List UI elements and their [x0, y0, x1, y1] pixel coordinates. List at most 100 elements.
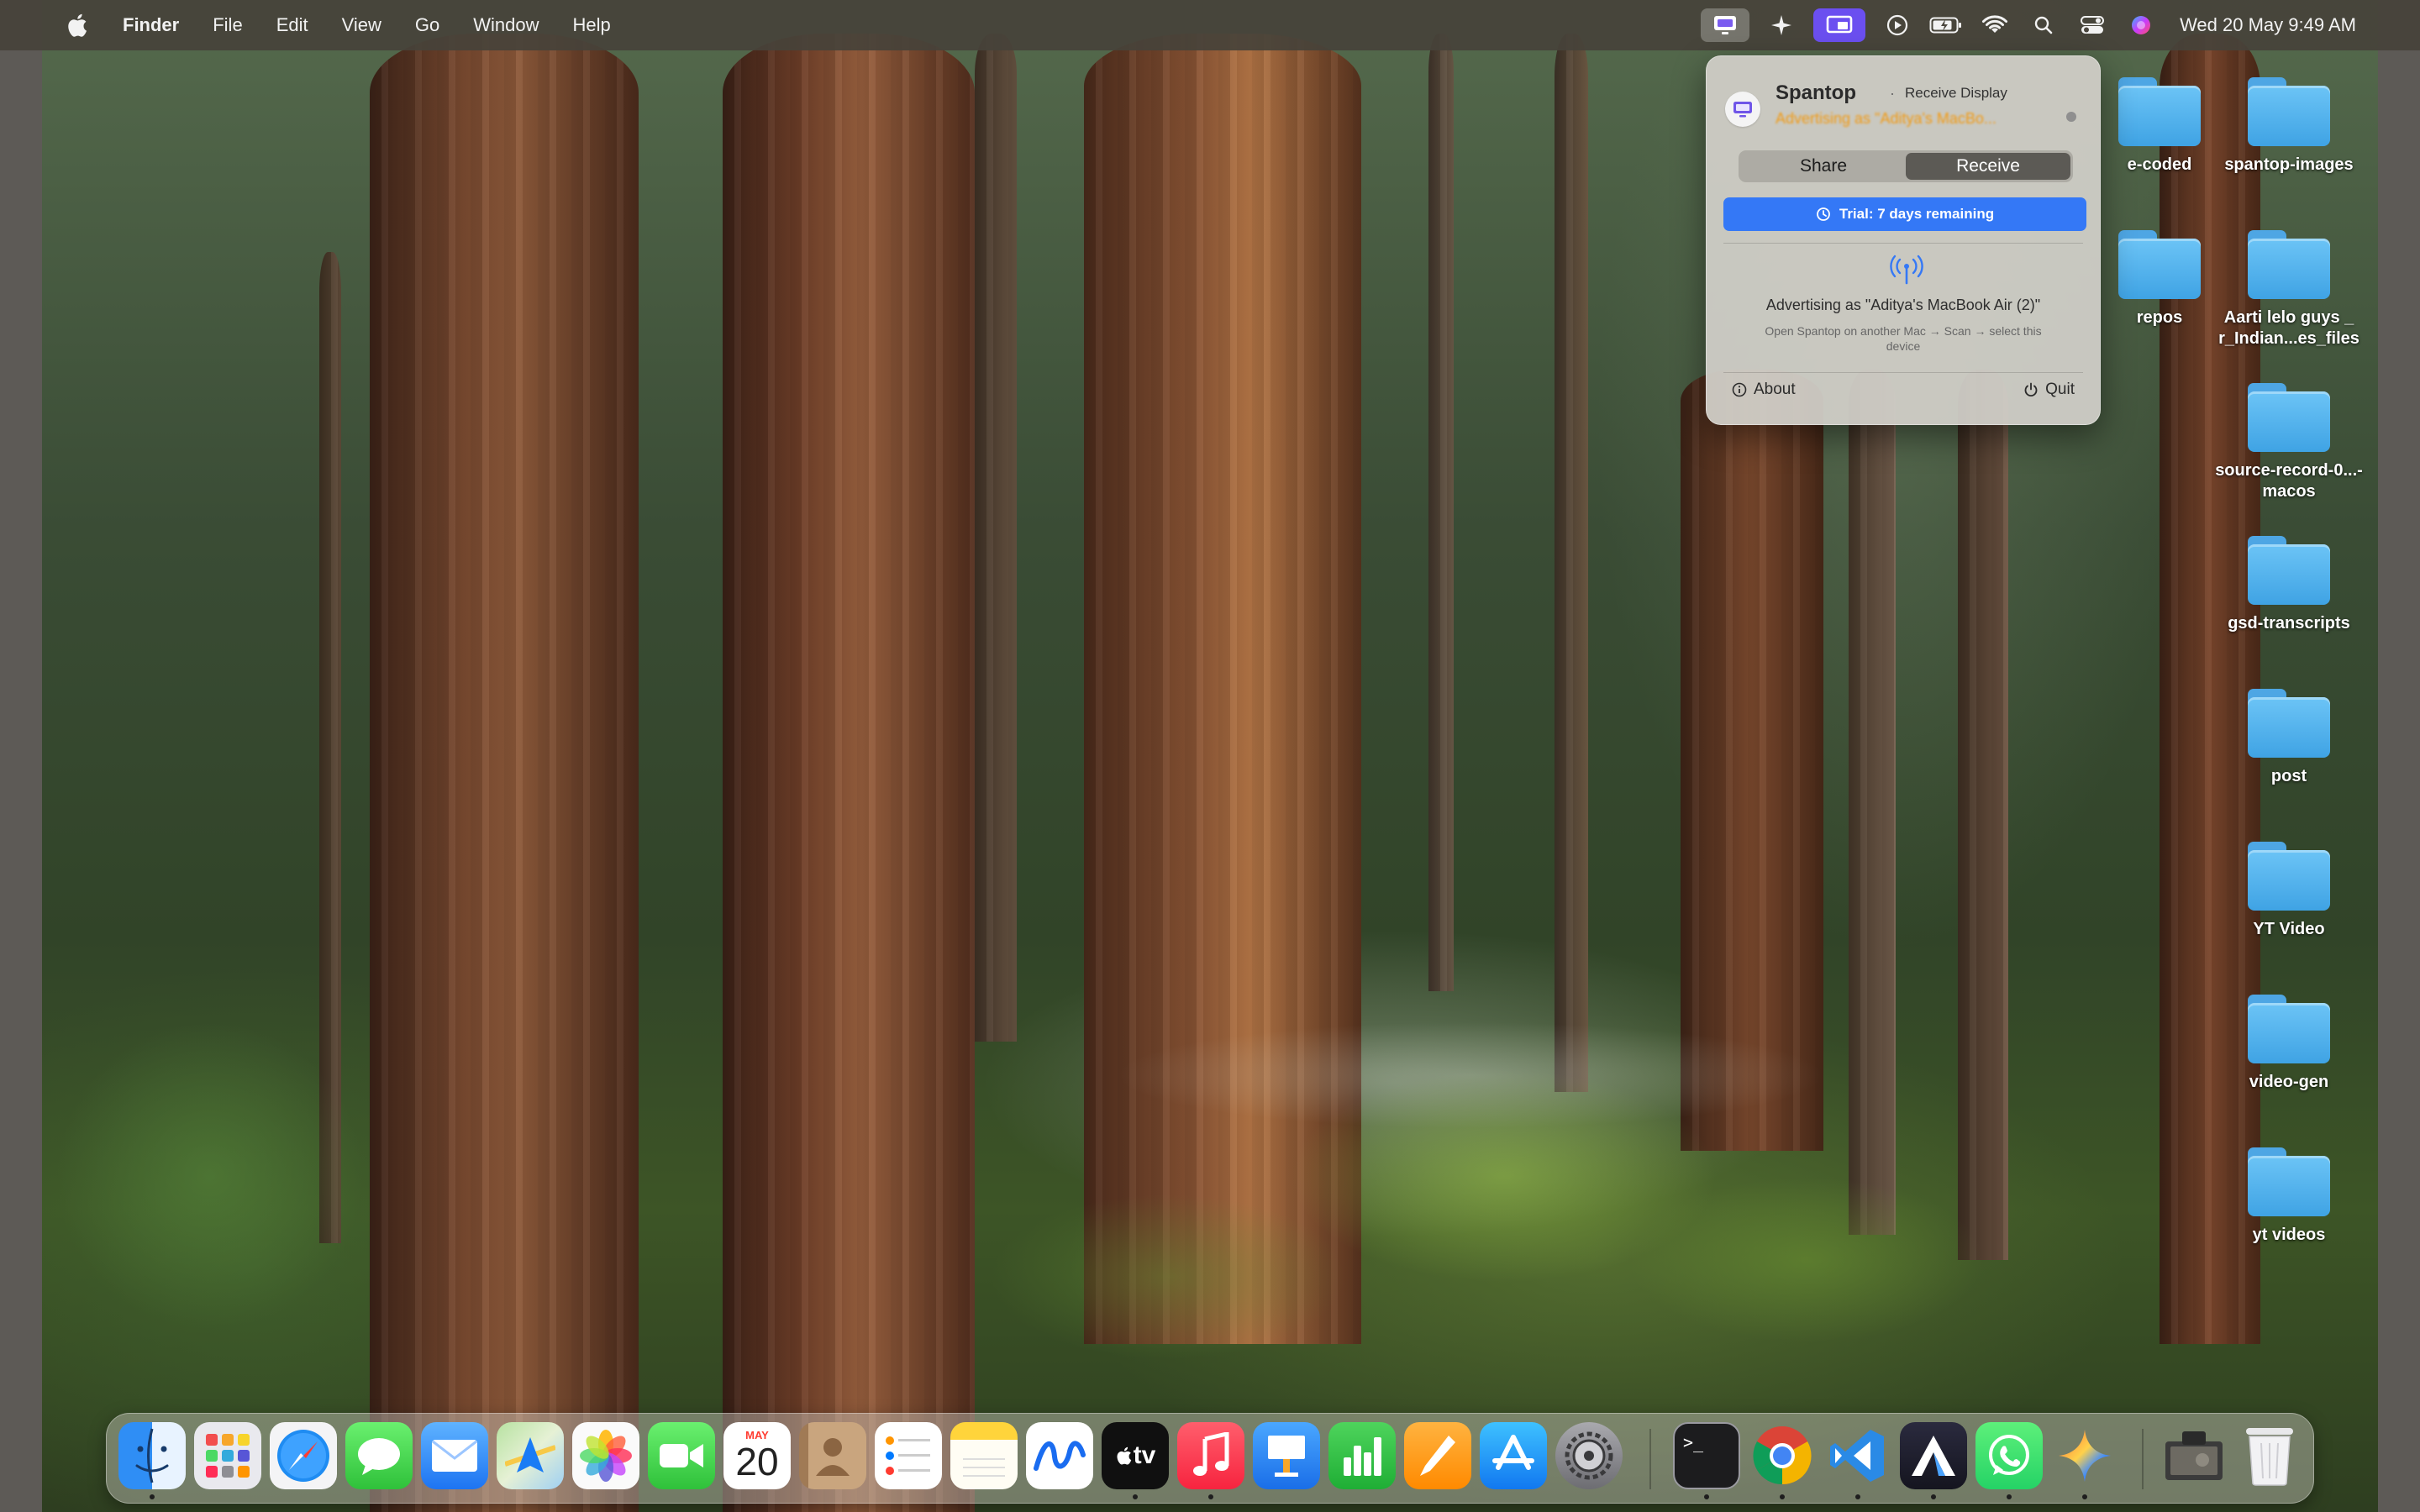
wallpaper-trunk — [723, 34, 975, 1512]
dock-vscode[interactable] — [1824, 1422, 1891, 1489]
whatsapp-phone-icon — [1989, 1435, 2029, 1475]
gemini-sparkle-icon — [2059, 1430, 2111, 1482]
about-label: About — [1754, 381, 1796, 398]
screen-mirror-icon[interactable] — [1813, 8, 1866, 42]
dock-tv[interactable]: tv — [1102, 1422, 1169, 1489]
running-indicator — [2082, 1494, 2087, 1499]
mode-segmented-control: Share Receive — [1739, 150, 2073, 182]
desktop-folder[interactable]: spantop-images — [2213, 77, 2365, 176]
menu-go[interactable]: Go — [415, 14, 439, 36]
dock-calendar[interactable]: MAY 20 — [723, 1422, 791, 1489]
wallpaper-trunk — [975, 34, 1017, 1042]
desktop-folder[interactable]: repos — [2084, 230, 2235, 328]
sparkle-icon[interactable] — [1765, 8, 1798, 42]
dock-messages[interactable] — [345, 1422, 413, 1489]
vscode-logo-icon — [1830, 1430, 1884, 1482]
running-indicator — [1133, 1494, 1138, 1499]
dock-screenshot-folder[interactable] — [2160, 1422, 2228, 1489]
spantop-icon[interactable] — [1701, 8, 1750, 42]
siri-icon[interactable] — [2124, 8, 2158, 42]
desktop-folder-label: repos — [2136, 308, 2183, 327]
folder-icon — [2248, 230, 2330, 299]
dock-whatsapp[interactable] — [1975, 1422, 2043, 1489]
popover-title: Spantop — [1776, 81, 1856, 104]
gear-icon — [1565, 1431, 1613, 1480]
tab-receive[interactable]: Receive — [1906, 153, 2070, 180]
popover-title-separator: · — [1890, 85, 1895, 102]
apple-menu-icon[interactable] — [66, 13, 87, 38]
running-indicator — [1780, 1494, 1785, 1499]
menu-app-finder[interactable]: Finder — [123, 14, 179, 36]
dock-app-store[interactable] — [1480, 1422, 1547, 1489]
dock-gemini[interactable] — [2051, 1422, 2118, 1489]
clock-icon — [1816, 207, 1830, 221]
desktop-folder[interactable]: YT Video — [2213, 842, 2365, 940]
dock-notes[interactable] — [950, 1422, 1018, 1489]
photos-flower-icon — [580, 1430, 632, 1482]
dock-safari[interactable] — [270, 1422, 337, 1489]
dock-numbers[interactable] — [1328, 1422, 1396, 1489]
running-indicator — [1208, 1494, 1213, 1499]
dock-affinity[interactable] — [1900, 1422, 1967, 1489]
dock-reminders[interactable] — [875, 1422, 942, 1489]
desktop-folder-label: e-coded — [2127, 155, 2192, 174]
dock-system-settings[interactable] — [1555, 1422, 1623, 1489]
launchpad-grid-icon — [206, 1434, 250, 1478]
desktop-folder[interactable]: e-coded — [2084, 77, 2235, 176]
dock-mail[interactable] — [421, 1422, 488, 1489]
desktop-folder[interactable]: post — [2213, 689, 2365, 787]
tab-share[interactable]: Share — [1741, 153, 1906, 180]
about-button[interactable]: About — [1732, 381, 1796, 399]
desktop-folder[interactable]: source-record-0...-macos — [2213, 383, 2365, 502]
podium-icon — [1268, 1436, 1305, 1477]
spantop-popover: Spantop · Receive Display Advertising as… — [1706, 55, 2101, 425]
battery-icon[interactable] — [1929, 8, 1963, 42]
dock-photos[interactable] — [572, 1422, 639, 1489]
menu-window[interactable]: Window — [473, 14, 539, 36]
dock-launchpad[interactable] — [194, 1422, 261, 1489]
menu-help[interactable]: Help — [573, 14, 611, 36]
folder-icon — [2248, 536, 2330, 605]
bar-chart-icon — [1344, 1437, 1381, 1476]
dock-freeform[interactable] — [1026, 1422, 1093, 1489]
menu-view[interactable]: View — [342, 14, 381, 36]
apple-icon — [1117, 1446, 1131, 1465]
trial-banner[interactable]: Trial: 7 days remaining — [1723, 197, 2086, 231]
dock-terminal[interactable]: >_ — [1673, 1422, 1740, 1489]
folder-icon — [2248, 689, 2330, 758]
menu-edit[interactable]: Edit — [276, 14, 308, 36]
folder-icon — [2248, 1147, 2330, 1216]
wifi-icon[interactable] — [1978, 8, 2012, 42]
dock-keynote[interactable] — [1253, 1422, 1320, 1489]
music-note-icon — [1193, 1432, 1229, 1476]
quit-button[interactable]: Quit — [2023, 381, 2075, 399]
desktop-folder-label: gsd-transcripts — [2228, 614, 2350, 633]
desktop-folder[interactable]: yt videos — [2213, 1147, 2365, 1246]
desktop-folder[interactable]: Aarti lelo guys _ r_Indian...es_files — [2213, 230, 2365, 349]
dock-music[interactable] — [1177, 1422, 1244, 1489]
info-icon — [1732, 382, 1747, 397]
desktop-folder[interactable]: gsd-transcripts — [2213, 536, 2365, 634]
dock-contacts[interactable] — [799, 1422, 866, 1489]
dock-chrome[interactable] — [1749, 1422, 1816, 1489]
search-icon[interactable] — [2027, 8, 2060, 42]
finder-face-icon — [135, 1428, 169, 1483]
dock-separator — [1649, 1429, 1651, 1489]
dock-facetime[interactable] — [648, 1422, 715, 1489]
dock-finder[interactable] — [118, 1422, 186, 1489]
play-icon[interactable] — [1881, 8, 1914, 42]
quit-label: Quit — [2045, 381, 2075, 398]
dock: MAY 20 tv >_ — [106, 1413, 2314, 1504]
menu-bar-clock[interactable]: Wed 20 May 9:49 AM — [2180, 14, 2356, 36]
popover-divider — [1723, 243, 2083, 244]
folder-icon — [2118, 230, 2201, 299]
menu-file[interactable]: File — [213, 14, 242, 36]
control-center-icon[interactable] — [2075, 8, 2109, 42]
desktop-folder[interactable]: video-gen — [2213, 995, 2365, 1093]
dock-trash[interactable] — [2236, 1422, 2303, 1489]
dock-maps[interactable] — [497, 1422, 564, 1489]
dock-pages[interactable] — [1404, 1422, 1471, 1489]
checklist-icon — [886, 1436, 930, 1475]
tv-label: tv — [1133, 1441, 1156, 1469]
contact-person-icon — [816, 1438, 850, 1476]
